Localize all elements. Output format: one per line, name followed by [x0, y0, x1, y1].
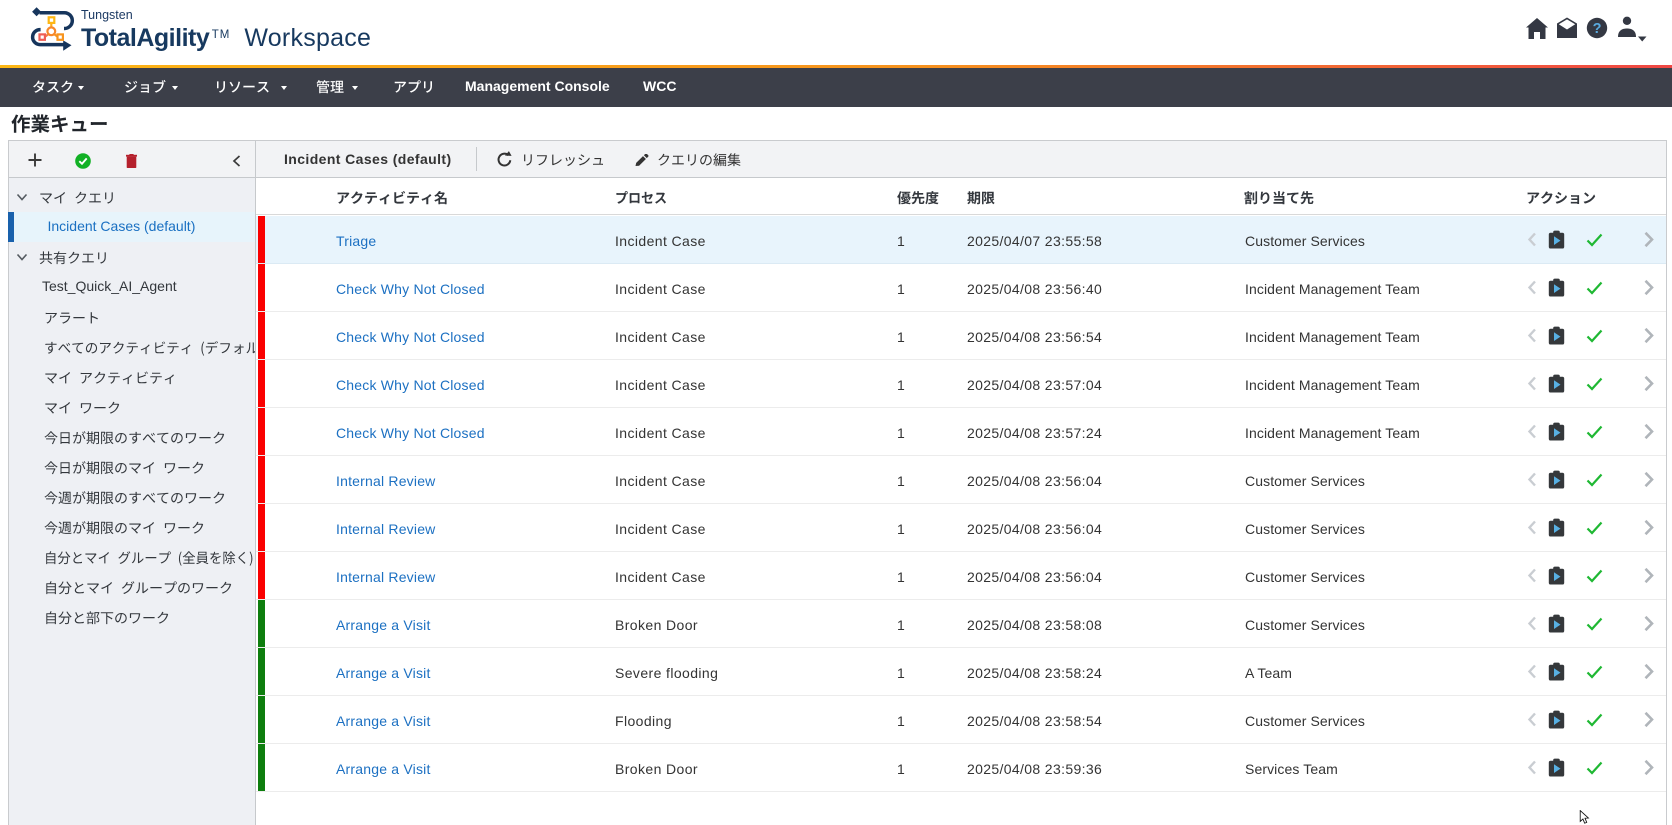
- svg-text:?: ?: [1593, 21, 1602, 37]
